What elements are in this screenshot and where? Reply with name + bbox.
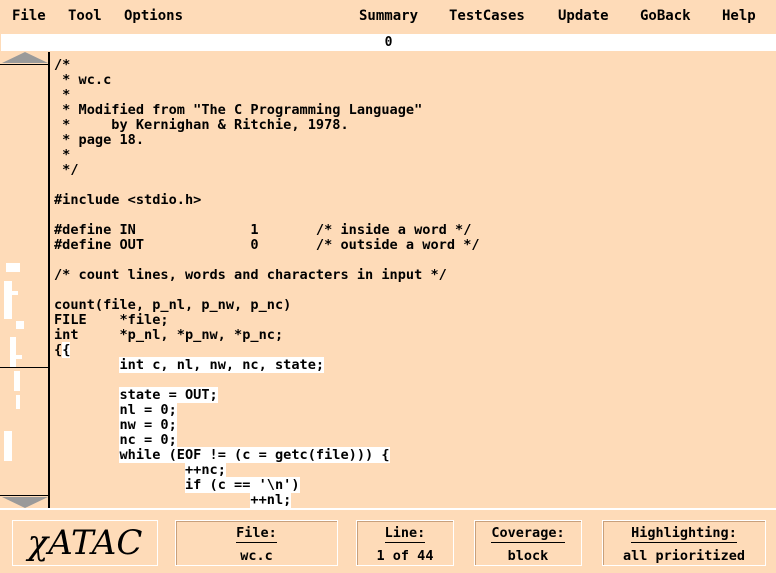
coverage-counter: 0 xyxy=(1,34,776,51)
menu-tool[interactable]: Tool xyxy=(68,8,102,24)
code-text: count(file, p_nl, p_nw, p_nc) xyxy=(54,297,292,313)
code-line: int *p_nl, *p_nw, *p_nc; xyxy=(54,328,283,343)
source-scrollbar[interactable] xyxy=(0,52,50,508)
code-line: /* xyxy=(54,58,70,73)
code-line: count(file, p_nl, p_nw, p_nc) xyxy=(54,298,291,313)
covered-code-highlight: while (EOF != (c = getc(file))) { xyxy=(119,447,390,463)
menu-help[interactable]: Help xyxy=(722,8,756,24)
code-text: #define OUT 0 /* outside a word */ xyxy=(54,237,480,253)
coverage-label: Coverage: xyxy=(491,525,565,543)
code-text: * xyxy=(54,147,71,163)
code-line: FILE *file; xyxy=(54,313,169,328)
minimap-mark xyxy=(10,337,16,367)
menu-summary[interactable]: Summary xyxy=(359,8,418,24)
code-text: * by Kernighan & Ritchie, 1978. xyxy=(54,117,349,133)
status-footer: χATAC File: wc.c Line: 1 of 44 Coverage:… xyxy=(0,508,776,573)
code-text: * page 18. xyxy=(54,132,145,148)
line-value: 1 of 44 xyxy=(376,548,434,564)
scroll-track[interactable] xyxy=(0,64,48,496)
code-line: /* count lines, words and characters in … xyxy=(54,268,447,283)
code-line: * wc.c xyxy=(54,73,111,88)
code-line: ++nc; xyxy=(54,462,226,478)
scroll-thumb-marker[interactable] xyxy=(0,367,48,368)
code-line: * xyxy=(54,88,70,103)
code-line: {{ xyxy=(54,342,71,358)
coverage-status[interactable]: Coverage: block xyxy=(474,520,582,566)
file-label: File: xyxy=(236,525,277,543)
code-text: { xyxy=(54,342,63,358)
code-line: int c, nl, nw, nc, state; xyxy=(54,357,325,373)
code-line: #define IN 1 /* inside a word */ xyxy=(54,223,471,238)
minimap-mark xyxy=(14,371,20,391)
covered-code-highlight: ++nl; xyxy=(250,492,292,508)
code-text: #define IN 1 /* inside a word */ xyxy=(54,222,472,238)
covered-code-highlight: nc = 0; xyxy=(119,432,177,448)
covered-code-highlight: ++nc; xyxy=(184,462,226,478)
code-line: #include <stdio.h> xyxy=(54,193,201,208)
scroll-down-arrow-icon[interactable] xyxy=(2,497,48,508)
scroll-up-arrow-icon[interactable] xyxy=(2,52,48,63)
coverage-value: block xyxy=(507,548,549,564)
code-text: * xyxy=(54,87,71,103)
code-line: if (c == '\n') xyxy=(54,477,300,493)
code-line: state = OUT; xyxy=(54,387,218,403)
minimap-mark xyxy=(4,281,12,319)
file-value: wc.c xyxy=(240,548,273,564)
minimap-mark xyxy=(12,291,18,295)
covered-code-highlight: nw = 0; xyxy=(119,417,177,433)
code-text: #include <stdio.h> xyxy=(54,192,202,208)
minimap-mark xyxy=(4,431,12,461)
code-text: int *p_nl, *p_nw, *p_nc; xyxy=(54,327,284,343)
menu-update[interactable]: Update xyxy=(558,8,609,24)
highlighting-label: Highlighting: xyxy=(631,525,737,543)
menu-goback[interactable]: GoBack xyxy=(640,8,691,24)
code-text: FILE *file; xyxy=(54,312,169,328)
code-line: nc = 0; xyxy=(54,432,177,448)
file-status: File: wc.c xyxy=(175,520,338,566)
code-line: while (EOF != (c = getc(file))) { xyxy=(54,447,390,463)
source-code-view[interactable]: /* * wc.c * * Modified from "The C Progr… xyxy=(54,58,774,508)
minimap-mark xyxy=(14,355,22,359)
minimap-mark xyxy=(16,395,20,409)
menu-testcases[interactable]: TestCases xyxy=(449,8,525,24)
menu-file[interactable]: File xyxy=(12,8,46,24)
line-status: Line: 1 of 44 xyxy=(356,520,454,566)
highlighting-value: all prioritized xyxy=(623,548,745,564)
covered-code-highlight: state = OUT; xyxy=(119,387,218,403)
covered-code-highlight: if (c == '\n') xyxy=(184,477,300,493)
minimap-mark xyxy=(16,321,24,329)
line-label: Line: xyxy=(384,525,426,543)
code-text: */ xyxy=(54,162,79,178)
covered-code-highlight: { xyxy=(62,342,71,358)
code-line: ++nl; xyxy=(54,492,292,508)
code-line: */ xyxy=(54,162,79,178)
code-line: nl = 0; xyxy=(54,402,177,418)
menu-options[interactable]: Options xyxy=(124,8,183,24)
minimap-mark xyxy=(6,263,20,272)
code-text: /* count lines, words and characters in … xyxy=(54,267,447,283)
code-line: nw = 0; xyxy=(54,417,177,433)
xatac-logo: χATAC xyxy=(12,520,158,566)
highlighting-status[interactable]: Highlighting: all prioritized xyxy=(602,520,766,566)
code-text: * Modified from "The C Programming Langu… xyxy=(54,102,423,118)
code-line: * page 18. xyxy=(54,133,144,148)
code-line: #define OUT 0 /* outside a word */ xyxy=(54,238,480,253)
code-line: * by Kernighan & Ritchie, 1978. xyxy=(54,117,349,133)
code-text: * wc.c xyxy=(54,72,112,88)
covered-code-highlight: nl = 0; xyxy=(119,402,177,418)
covered-code-highlight: int c, nl, nw, nc, state; xyxy=(119,357,325,373)
code-line: * Modified from "The C Programming Langu… xyxy=(54,103,422,118)
code-text: /* xyxy=(54,58,71,73)
code-line: * xyxy=(54,148,70,163)
menu-bar: File Tool Options Summary TestCases Upda… xyxy=(0,0,776,33)
